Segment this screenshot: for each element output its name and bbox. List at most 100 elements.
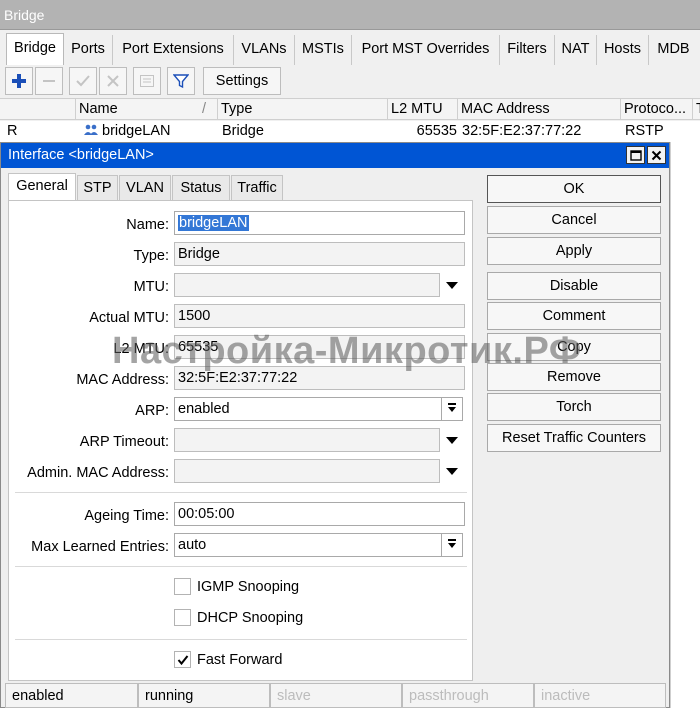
mtu-input[interactable] [174, 273, 440, 297]
dialog-title-bar: Interface <bridgeLAN> [1, 143, 669, 168]
admin-mac-dropdown-icon[interactable] [446, 468, 458, 475]
tab-stp[interactable]: STP [77, 175, 118, 201]
actual-mtu-value: 1500 [174, 304, 465, 328]
mtu-dropdown-icon[interactable] [446, 282, 458, 289]
checkmark-icon [177, 654, 188, 665]
bridge-interface-icon [84, 124, 98, 135]
status-inactive: inactive [534, 683, 666, 708]
disable-button[interactable]: Disable [487, 272, 661, 300]
max-learned-dropdown-button[interactable] [441, 533, 463, 557]
tab-vlan[interactable]: VLAN [119, 175, 171, 201]
tab-vlans[interactable]: VLANs [234, 35, 295, 65]
outer-tab-bar: Bridge Ports Port Extensions VLANs MSTIs… [0, 33, 700, 65]
column-mac-address[interactable]: MAC Address [458, 99, 621, 120]
arp-timeout-label: ARP Timeout: [79, 434, 169, 450]
table-row[interactable]: R bridgeLAN Bridge 65535 32:5F:E2:37:77:… [0, 121, 700, 142]
toolbar: Settings [0, 66, 700, 98]
tab-mdb[interactable]: MDB [649, 35, 698, 65]
dhcp-snooping-label: DHCP Snooping [197, 610, 304, 626]
arp-select[interactable]: enabled [174, 397, 442, 421]
ageing-time-input[interactable]: 00:05:00 [174, 502, 465, 526]
dropdown-arrow-icon [448, 539, 456, 548]
name-value: bridgeLAN [178, 215, 249, 231]
arp-dropdown-button[interactable] [441, 397, 463, 421]
row-name: bridgeLAN [102, 123, 171, 139]
ageing-time-label: Ageing Time: [84, 508, 169, 524]
fast-forward-label: Fast Forward [197, 652, 283, 668]
row-type: Bridge [222, 123, 264, 139]
row-flag: R [7, 123, 18, 139]
close-icon [651, 150, 662, 160]
column-name[interactable]: Name / [76, 99, 218, 120]
torch-button[interactable]: Torch [487, 393, 661, 421]
mtu-label: MTU: [133, 279, 169, 295]
column-t[interactable]: T [693, 99, 700, 120]
interface-dialog: Interface <bridgeLAN> General STP VLAN S… [0, 142, 670, 708]
reset-traffic-counters-button[interactable]: Reset Traffic Counters [487, 424, 661, 452]
status-passthrough: passthrough [402, 683, 534, 708]
fast-forward-checkbox[interactable] [174, 651, 191, 668]
admin-mac-input[interactable] [174, 459, 440, 483]
tab-port-mst-overrides[interactable]: Port MST Overrides [352, 35, 500, 65]
tab-status[interactable]: Status [172, 175, 230, 201]
close-button[interactable] [647, 146, 666, 164]
copy-button[interactable]: Copy [487, 333, 661, 361]
tab-filters[interactable]: Filters [500, 35, 555, 65]
settings-button[interactable]: Settings [203, 67, 281, 95]
cross-icon [107, 75, 119, 87]
tab-traffic[interactable]: Traffic [231, 175, 283, 201]
arp-timeout-dropdown-icon[interactable] [446, 437, 458, 444]
type-value: Bridge [174, 242, 465, 266]
tab-ports[interactable]: Ports [64, 35, 113, 65]
filter-icon [173, 74, 189, 89]
sort-indicator: / [202, 101, 207, 117]
arp-timeout-input[interactable] [174, 428, 440, 452]
filter-button[interactable] [167, 67, 195, 95]
dhcp-snooping-checkbox[interactable] [174, 609, 191, 626]
comment-icon [140, 75, 154, 87]
apply-button[interactable]: Apply [487, 237, 661, 265]
dropdown-arrow-icon [448, 403, 456, 412]
tab-port-extensions[interactable]: Port Extensions [113, 35, 234, 65]
mac-address-label: MAC Address: [76, 372, 169, 388]
igmp-snooping-label: IGMP Snooping [197, 579, 300, 595]
tab-hosts[interactable]: Hosts [597, 35, 649, 65]
admin-mac-label: Admin. MAC Address: [27, 465, 169, 481]
arp-label: ARP: [135, 403, 169, 419]
max-learned-select[interactable]: auto [174, 533, 442, 557]
igmp-snooping-checkbox[interactable] [174, 578, 191, 595]
plus-icon [12, 74, 26, 88]
ok-button[interactable]: OK [487, 175, 661, 203]
dialog-title: Interface <bridgeLAN> [8, 147, 154, 163]
column-type[interactable]: Type [218, 99, 388, 120]
tab-bridge[interactable]: Bridge [6, 33, 64, 65]
status-enabled: enabled [5, 683, 138, 708]
l2mtu-value: 65535 [174, 335, 465, 359]
column-l2mtu[interactable]: L2 MTU [388, 99, 458, 120]
maximize-button[interactable] [626, 146, 645, 164]
column-flags[interactable] [0, 99, 76, 120]
status-bar: enabled running slave passthrough inacti… [1, 683, 669, 708]
cancel-button[interactable]: Cancel [487, 206, 661, 234]
row-name-cell: bridgeLAN [80, 121, 171, 142]
enable-button[interactable] [69, 67, 97, 95]
type-label: Type: [133, 248, 169, 264]
status-running: running [138, 683, 270, 708]
tab-mstis[interactable]: MSTIs [295, 35, 352, 65]
actual-mtu-label: Actual MTU: [89, 310, 169, 326]
remove-button[interactable]: Remove [487, 363, 661, 391]
comment-button[interactable] [133, 67, 161, 95]
comment-button[interactable]: Comment [487, 302, 661, 330]
column-protocol[interactable]: Protoco... [621, 99, 693, 120]
maximize-icon [629, 149, 642, 161]
separator [15, 566, 467, 567]
disable-button[interactable] [99, 67, 127, 95]
window-edge [670, 142, 700, 708]
tab-general[interactable]: General [8, 173, 76, 202]
remove-button[interactable] [35, 67, 63, 95]
tab-nat[interactable]: NAT [555, 35, 597, 65]
l2mtu-label: L2 MTU: [113, 341, 169, 357]
window-title-bar: Bridge [0, 0, 700, 30]
name-input[interactable]: bridgeLAN [174, 211, 465, 235]
add-button[interactable] [5, 67, 33, 95]
